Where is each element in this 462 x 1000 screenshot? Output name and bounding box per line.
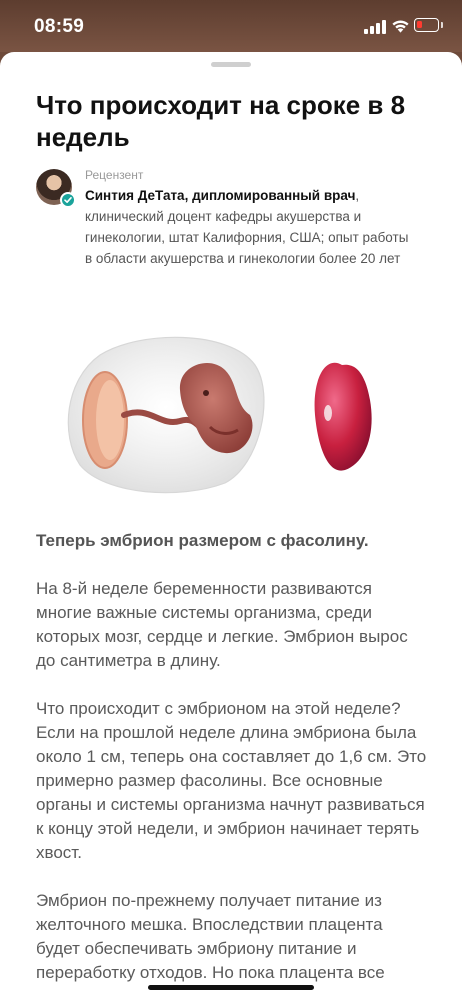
verified-check-icon [60,192,76,208]
status-time: 08:59 [34,16,85,37]
article-sheet[interactable]: Что происходит на сроке в 8 недель Рецен… [0,52,462,1000]
wifi-icon [392,20,409,33]
reviewer-info: Синтия ДеТата, дипломированный врач, кли… [85,185,415,269]
article-paragraph: На 8-й неделе беременности развиваются м… [36,579,408,670]
battery-low-icon [414,18,439,32]
article-paragraph: Эмбрион по-прежнему получает питание из … [36,891,385,982]
reviewer-name[interactable]: Синтия ДеТата, дипломированный врач [85,188,355,203]
article-lead: Теперь эмбрион размером с фасолину. [36,531,369,550]
bean [314,362,372,471]
article-title: Что происходит на сроке в 8 недель [36,90,406,152]
reviewer-caption: Рецензент [85,168,144,182]
article-paragraph: Что происходит с эмбрионом на этой недел… [36,699,427,862]
sheet-grabber[interactable] [211,62,251,67]
battery-level [417,21,422,28]
embryo-bean-illustration [67,336,372,494]
article-body: Теперь эмбрион размером с фасолину. На 8… [36,529,428,1000]
home-indicator[interactable] [148,985,314,990]
battery-nub [441,22,443,28]
cellular-signal-icon [364,20,386,34]
status-bar: 08:59 [0,0,462,52]
